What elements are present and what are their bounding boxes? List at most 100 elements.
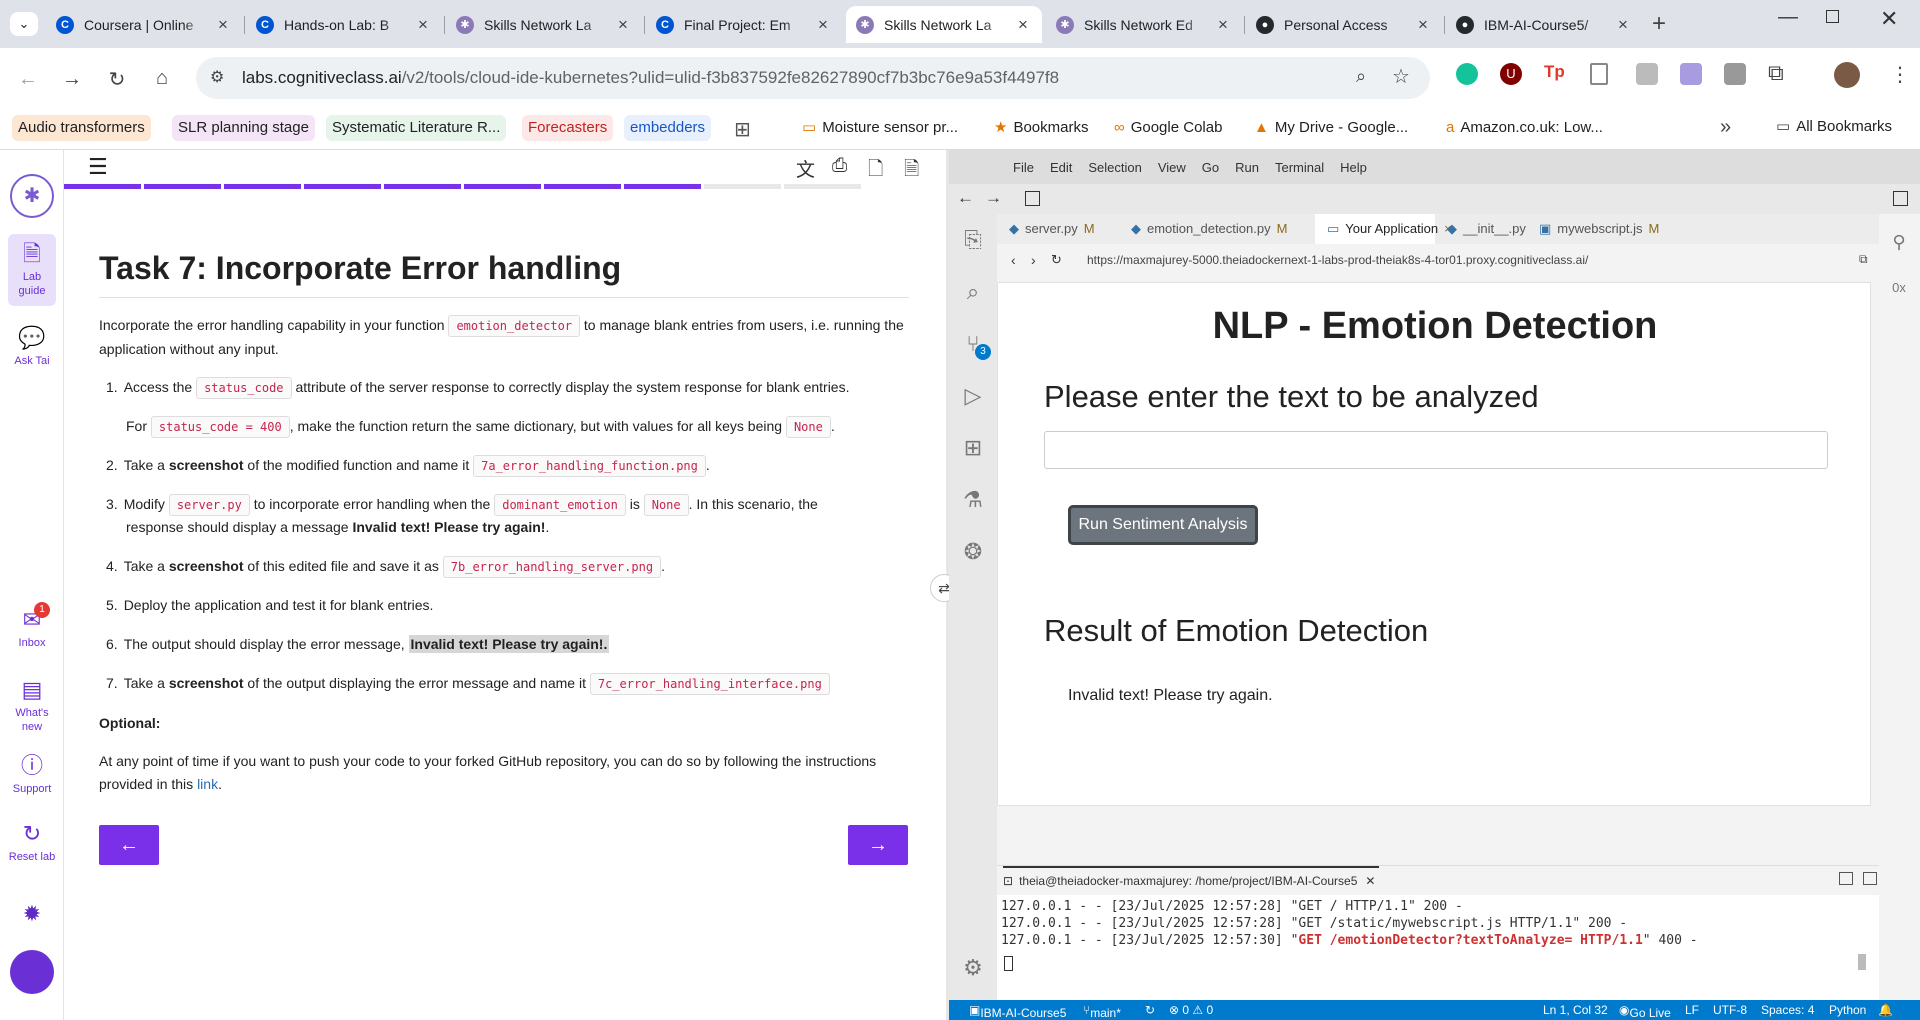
- previous-task-button[interactable]: ←: [99, 825, 159, 865]
- text-to-analyze-input[interactable]: [1044, 431, 1828, 469]
- tp-extension-icon[interactable]: Tp: [1544, 62, 1565, 82]
- grammarly-extension-icon[interactable]: [1456, 63, 1478, 85]
- browser-tab[interactable]: ● IBM-AI-Course5/ ×: [1446, 6, 1642, 43]
- extensions-puzzle-icon[interactable]: ⧉: [1768, 60, 1784, 86]
- progress-segment[interactable]: [224, 184, 301, 189]
- zoom-search-icon[interactable]: ⌕: [1356, 66, 1366, 87]
- mini-reload-icon[interactable]: ↻: [1051, 252, 1062, 268]
- next-task-button[interactable]: →: [848, 825, 908, 865]
- mini-back-icon[interactable]: ‹: [1011, 252, 1016, 268]
- whats-new-button[interactable]: ▤ What's new: [8, 678, 56, 734]
- hex-0x-icon[interactable]: 0x: [1885, 274, 1913, 302]
- sync-icon[interactable]: ↻: [1145, 1003, 1155, 1017]
- progress-segment[interactable]: [784, 184, 861, 189]
- status-repo[interactable]: ▣ IBM-AI-Course5: [969, 1003, 1066, 1020]
- browser-tab[interactable]: ✱ Skills Network La ×: [446, 6, 642, 43]
- menu-item[interactable]: Run: [1227, 160, 1267, 175]
- close-tab-icon[interactable]: ×: [214, 15, 232, 35]
- menu-item[interactable]: Edit: [1042, 160, 1080, 175]
- forward-icon[interactable]: →: [58, 65, 86, 93]
- mini-forward-icon[interactable]: ›: [1031, 252, 1036, 268]
- github-instructions-link[interactable]: link: [197, 776, 218, 792]
- more-bookmarks-chevron-icon[interactable]: »: [1720, 116, 1731, 139]
- profile-avatar[interactable]: [1834, 62, 1860, 88]
- close-tab-icon[interactable]: ×: [1014, 15, 1032, 35]
- menu-item[interactable]: Go: [1194, 160, 1227, 175]
- skills-network-toolbox-icon[interactable]: ❂: [959, 538, 987, 566]
- explorer-icon[interactable]: ⎘: [959, 226, 987, 254]
- bookmark-item[interactable]: ★ Bookmarks: [988, 115, 1094, 141]
- editor-tab[interactable]: ▣ mywebscript.js M: [1527, 214, 1677, 244]
- status-eol[interactable]: LF: [1685, 1003, 1699, 1017]
- close-terminal-icon[interactable]: ✕: [1365, 874, 1375, 888]
- support-button[interactable]: ⓘ Support: [8, 754, 56, 796]
- bookmark-chip[interactable]: Systematic Literature R...: [326, 115, 507, 141]
- reset-lab-button[interactable]: ↻ Reset lab: [8, 822, 56, 864]
- theme-toggle-button[interactable]: ✹: [8, 902, 56, 930]
- hamburger-menu-icon[interactable]: ☰: [88, 154, 108, 180]
- status-language[interactable]: Python: [1829, 1003, 1866, 1017]
- bookmark-item[interactable]: ∞ Google Colab: [1108, 115, 1228, 141]
- status-branch[interactable]: ⑂ main*: [1083, 1003, 1121, 1020]
- close-tab-icon[interactable]: ×: [614, 15, 632, 35]
- extension-icon-c[interactable]: [1724, 63, 1746, 85]
- add-file-icon[interactable]: 🗋: [868, 155, 883, 187]
- home-icon[interactable]: ⌂: [148, 64, 176, 92]
- mini-browser-url[interactable]: https://maxmajurey-5000.theiadockernext-…: [1087, 253, 1588, 267]
- editor-tab[interactable]: ◆ __init__.py: [1435, 214, 1527, 244]
- browser-tab[interactable]: C Final Project: Em ×: [646, 6, 842, 43]
- status-cursor-position[interactable]: Ln 1, Col 32: [1543, 1003, 1608, 1017]
- apps-grid-icon[interactable]: ⊞: [734, 117, 751, 142]
- bookmark-chip[interactable]: SLR planning stage: [172, 115, 315, 141]
- bookmark-chip[interactable]: embedders: [624, 115, 712, 141]
- editor-tab[interactable]: ▭ Your Application ×: [1315, 214, 1452, 244]
- toggle-sidebar-icon[interactable]: [1025, 191, 1040, 206]
- extension-icon-a[interactable]: [1636, 63, 1658, 85]
- close-tab-icon[interactable]: ×: [814, 15, 832, 35]
- browser-tab[interactable]: ✱ Skills Network Ed ×: [1046, 6, 1242, 43]
- bookmark-chip[interactable]: Forecasters: [522, 115, 614, 141]
- close-tab-icon[interactable]: ×: [1414, 15, 1432, 35]
- browser-tab[interactable]: C Coursera | Online ×: [46, 6, 242, 43]
- open-external-icon[interactable]: ⧉: [1859, 252, 1868, 267]
- split-terminal-icon[interactable]: [1839, 872, 1853, 885]
- menu-item[interactable]: Help: [1332, 160, 1375, 175]
- restore-icon[interactable]: [1826, 10, 1839, 23]
- translate-icon[interactable]: 文: [796, 155, 815, 182]
- all-bookmarks-folder[interactable]: ▭ All Bookmarks: [1776, 117, 1892, 135]
- ublock-extension-icon[interactable]: U: [1500, 63, 1522, 85]
- status-problems[interactable]: ⊗ 0 ⚠ 0: [1169, 1003, 1213, 1017]
- bookmark-star-icon[interactable]: ☆: [1392, 64, 1410, 89]
- new-tab-button[interactable]: +: [1652, 10, 1666, 38]
- extensions-icon[interactable]: ⊞: [959, 434, 987, 462]
- browser-tab[interactable]: ● Personal Access ×: [1246, 6, 1442, 43]
- bookmark-item[interactable]: ▭ Moisture sensor pr...: [796, 115, 964, 141]
- tab-search-button[interactable]: ⌄: [10, 12, 38, 36]
- progress-segment[interactable]: [304, 184, 381, 189]
- pdf-file-icon[interactable]: 🗎: [904, 155, 919, 187]
- editor-tab[interactable]: ◆ emotion_detection.py M: [1119, 214, 1315, 244]
- nav-forward-icon[interactable]: →: [985, 188, 1002, 208]
- progress-segment[interactable]: [144, 184, 221, 189]
- toggle-right-panel-icon[interactable]: [1893, 191, 1908, 206]
- notifications-bell-icon[interactable]: 🔔: [1878, 1003, 1893, 1017]
- terminal-scrollbar[interactable]: [1858, 954, 1866, 970]
- status-go-live[interactable]: ◉ Go Live: [1619, 1003, 1671, 1020]
- user-avatar[interactable]: [10, 950, 54, 994]
- extension-icon-b[interactable]: [1680, 63, 1702, 85]
- progress-segment[interactable]: [64, 184, 141, 189]
- source-control-icon[interactable]: ⑂ 3: [959, 330, 991, 360]
- menu-item[interactable]: File: [1005, 160, 1042, 175]
- url-text[interactable]: labs.cognitiveclass.ai/v2/tools/cloud-id…: [242, 68, 1059, 88]
- nav-back-icon[interactable]: ←: [957, 188, 974, 208]
- chrome-menu-icon[interactable]: ⋮: [1890, 62, 1910, 87]
- inbox-button[interactable]: ✉ Inbox 1: [8, 602, 56, 650]
- menu-item[interactable]: Terminal: [1267, 160, 1332, 175]
- browser-tab[interactable]: C Hands-on Lab: B ×: [246, 6, 442, 43]
- run-debug-icon[interactable]: ▷: [959, 382, 987, 410]
- progress-segment[interactable]: [544, 184, 621, 189]
- close-tab-icon[interactable]: ×: [414, 15, 432, 35]
- run-sentiment-analysis-button[interactable]: Run Sentiment Analysis: [1068, 505, 1258, 545]
- minimize-icon[interactable]: —: [1778, 6, 1798, 29]
- ask-tai-button[interactable]: 💬 Ask Tai: [8, 326, 56, 368]
